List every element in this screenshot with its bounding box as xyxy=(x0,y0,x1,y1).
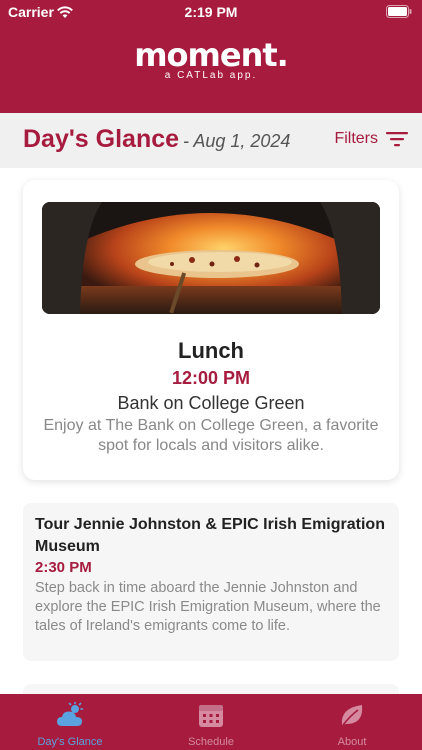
event-description: Step back in time aboard the Jennie John… xyxy=(35,580,381,634)
schedule-list[interactable]: Lunch 12:00 PM Bank on College Green Enj… xyxy=(0,168,422,694)
logo-wordmark: moment. xyxy=(134,36,289,74)
filter-icon xyxy=(386,132,408,147)
event-photo xyxy=(42,202,380,314)
event-card[interactable]: Tour Jennie Johnston & EPIC Irish Emigra… xyxy=(23,503,399,661)
filters-label: Filters xyxy=(334,130,378,147)
filters-button[interactable]: Filters xyxy=(334,130,408,148)
title-bar: Day's Glance - Aug 1, 2024 Filters xyxy=(0,113,422,168)
tab-label: Schedule xyxy=(188,736,234,748)
featured-event-card[interactable]: Lunch 12:00 PM Bank on College Green Enj… xyxy=(23,180,399,480)
event-title: Lunch xyxy=(178,338,244,363)
tab-schedule[interactable]: Schedule xyxy=(141,702,281,748)
app-header: Carrier 2:19 PM moment. a CATLab app. xyxy=(0,0,422,113)
tab-about[interactable]: About xyxy=(282,702,422,748)
event-location: Bank on College Green xyxy=(117,393,305,413)
app-logo: moment. a CATLab app. xyxy=(0,38,422,81)
page-title: Day's Glance - Aug 1, 2024 xyxy=(23,125,290,154)
battery-icon xyxy=(386,5,412,18)
event-card[interactable] xyxy=(23,684,399,694)
event-title: Tour Jennie Johnston & EPIC Irish Emigra… xyxy=(35,516,385,555)
event-time: 2:30 PM xyxy=(35,559,92,576)
page-title-text: Day's Glance xyxy=(23,125,180,153)
tab-days-glance[interactable]: Day's Glance xyxy=(0,702,140,748)
calendar-icon xyxy=(199,705,223,727)
weather-icon xyxy=(57,702,84,726)
page-date: - Aug 1, 2024 xyxy=(183,131,291,151)
tab-bar: Day's Glance Schedule About xyxy=(0,694,422,750)
clock: 2:19 PM xyxy=(184,4,238,20)
logo-tagline: a CATLab app. xyxy=(164,70,258,81)
event-time: 12:00 PM xyxy=(171,368,251,388)
tab-label: Day's Glance xyxy=(37,736,103,748)
event-description: Enjoy at The Bank on College Green, a fa… xyxy=(43,417,379,454)
leaf-icon xyxy=(341,705,363,726)
status-bar: Carrier 2:19 PM xyxy=(0,0,422,26)
tab-label: About xyxy=(337,736,367,748)
